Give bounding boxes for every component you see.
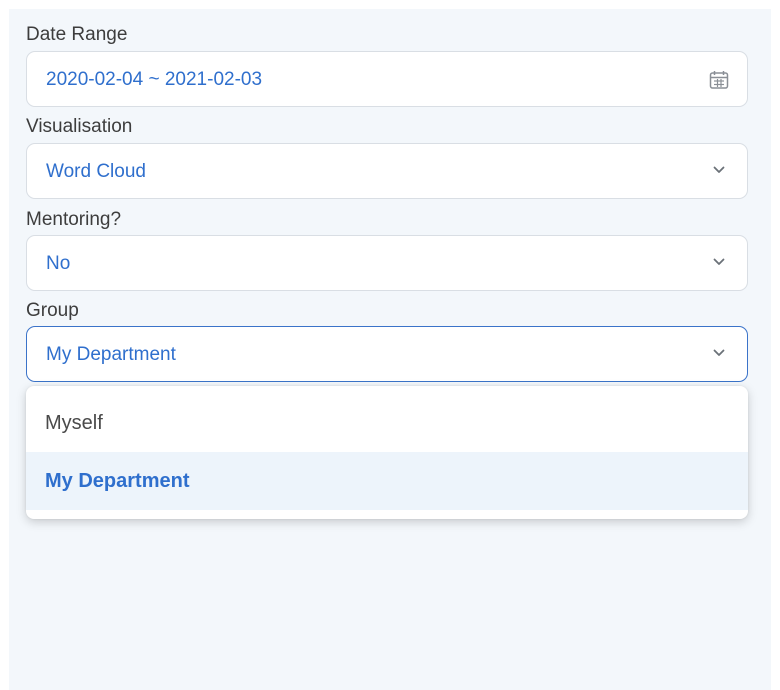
chevron-down-icon <box>713 349 725 356</box>
chevron-down-icon <box>713 258 725 265</box>
calendar-icon <box>709 71 729 89</box>
chevron-down-icon <box>713 166 725 173</box>
date-range-label: Date Range <box>26 24 128 45</box>
mentoring-value: No <box>46 253 71 274</box>
group-select[interactable]: My Department <box>26 326 748 382</box>
date-range-value: 2020-02-04 ~ 2021-02-03 <box>46 69 263 90</box>
group-option-my-department[interactable]: My Department <box>26 452 748 510</box>
group-option-myself[interactable]: Myself <box>26 394 748 452</box>
date-range-picker[interactable]: 2020-02-04 ~ 2021-02-03 <box>26 51 748 107</box>
mentoring-select[interactable]: No <box>26 235 748 291</box>
visualisation-value: Word Cloud <box>46 161 146 182</box>
filter-panel: Date Range 2020-02-04 ~ 2021-02-03 Visua… <box>9 9 771 690</box>
visualisation-label: Visualisation <box>26 116 133 137</box>
mentoring-label: Mentoring? <box>26 209 122 230</box>
group-dropdown-menu: Myself My Department <box>26 386 748 519</box>
visualisation-select[interactable]: Word Cloud <box>26 143 748 199</box>
group-label: Group <box>26 300 79 321</box>
group-value: My Department <box>46 344 176 365</box>
